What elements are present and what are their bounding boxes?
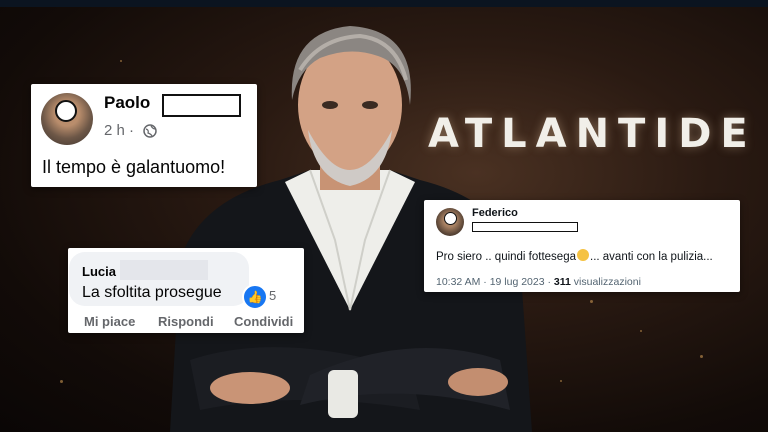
tweet-text-part: Pro siero .. quindi fottesega [436,251,576,263]
comment-actions: Mi piace Rispondi Condividi [68,314,304,332]
redacted-handle [472,222,578,232]
avatar[interactable] [436,208,464,236]
background-sparkle [60,380,63,383]
comment-author[interactable]: Lucia [82,264,116,279]
like-reaction-icon[interactable]: 👍 [242,284,268,310]
post-time[interactable]: 2 h · [104,122,134,139]
background-sparkle [640,330,642,332]
tweet-text-part: ... avanti con la pulizia... [590,251,713,263]
top-bar [0,0,768,7]
redacted-surname [162,94,241,117]
reaction-count[interactable]: 5 [269,288,276,303]
facebook-comment-card: Lucia La sfoltita prosegue 👍 5 Mi piace … [68,248,304,333]
share-button[interactable]: Condividi [234,314,293,329]
tweet-text: Pro siero .. quindi fottesega ... avanti … [436,249,713,263]
comment-text: La sfoltita prosegue [82,284,222,301]
background-sparkle [590,300,593,303]
post-text: Il tempo è galantuomo! [42,157,226,177]
redaction-circle [55,100,77,122]
author-name[interactable]: Federico [472,207,518,219]
author-name[interactable]: Paolo [104,93,150,113]
views-count: 311 [553,276,571,288]
background-sparkle [700,355,703,358]
globe-icon [143,124,157,138]
avatar[interactable] [41,93,93,145]
relieved-emoji-icon [577,249,589,261]
redaction-circle [444,212,457,225]
views-label: visualizzazioni [573,276,641,288]
like-button[interactable]: Mi piace [84,314,135,329]
tweet-timestamp[interactable]: 10:32 AM · 19 lug 2023 · [436,276,551,288]
tweet-card: Federico Pro siero .. quindi fottesega..… [424,200,740,292]
redacted-surname [120,260,208,280]
tweet-meta: 10:32 AM · 19 lug 2023 · 311 visualizzaz… [436,276,641,288]
facebook-post-card: Paolo 2 h · Il tempo è galantuomo! [31,84,257,187]
background-sparkle [560,380,562,382]
background-sparkle [120,60,122,62]
reply-button[interactable]: Rispondi [158,314,214,329]
atlantide-logo: ATLANTIDE [428,111,757,157]
